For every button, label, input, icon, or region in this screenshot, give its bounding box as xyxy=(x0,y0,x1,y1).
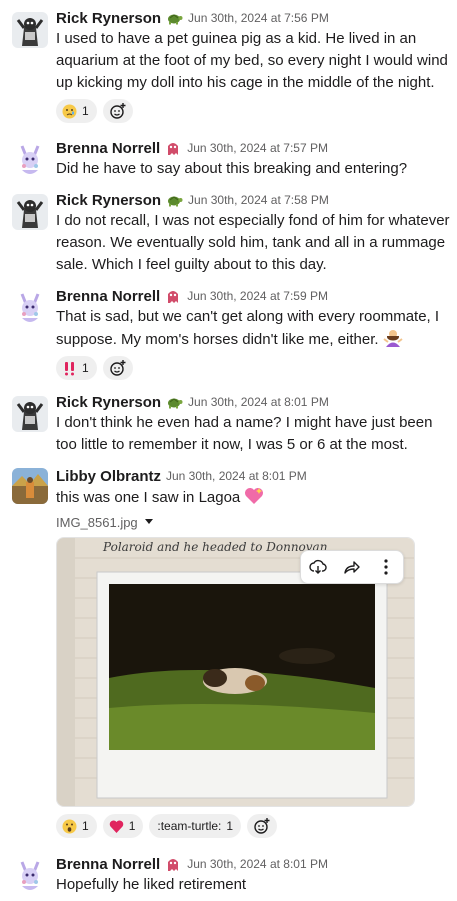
cloud-download-icon xyxy=(309,559,327,574)
add-emoji-icon xyxy=(109,360,126,376)
avatar-brenna[interactable] xyxy=(12,858,48,894)
file-name-toggle[interactable]: IMG_8561.jpg xyxy=(56,513,451,531)
timestamp[interactable]: Jun 30th, 2024 at 8:01 PM xyxy=(188,395,329,409)
message-text: I used to have a pet guinea pig as a kid… xyxy=(56,30,448,91)
author-name[interactable]: Rick Rynerson xyxy=(56,394,161,411)
message-text: Hopefully he liked retirement xyxy=(56,876,247,893)
surprised-face-icon xyxy=(62,819,77,834)
message-text: I do not recall, I was not especially fo… xyxy=(56,212,450,273)
turtle-icon xyxy=(165,10,183,26)
timestamp[interactable]: Jun 30th, 2024 at 7:57 PM xyxy=(187,141,328,155)
share-arrow-icon xyxy=(344,561,360,574)
author-name[interactable]: Brenna Norrell xyxy=(56,140,160,157)
avatar-rick[interactable] xyxy=(12,396,48,432)
reaction-label: :team-turtle: xyxy=(157,819,222,833)
reactions-bar: 1 1 :team-turtle: 1 xyxy=(56,814,451,838)
timestamp[interactable]: Jun 30th, 2024 at 8:01 PM xyxy=(187,857,328,871)
reactions-bar: 1 xyxy=(56,99,451,123)
reaction-crying-face[interactable]: 1 xyxy=(56,99,97,123)
red-heart-icon xyxy=(109,819,124,834)
turtle-icon xyxy=(165,394,183,410)
add-reaction-button[interactable] xyxy=(102,99,133,123)
download-button[interactable] xyxy=(306,555,330,579)
reaction-team-turtle[interactable]: :team-turtle: 1 xyxy=(149,814,242,838)
photo-caption: Polaroid and he headed to Donnovan xyxy=(103,540,328,554)
author-name[interactable]: Brenna Norrell xyxy=(56,288,160,305)
reaction-count: 1 xyxy=(128,819,136,833)
reaction-count: 1 xyxy=(226,819,234,833)
add-reaction-button[interactable] xyxy=(102,356,133,380)
avatar-brenna[interactable] xyxy=(12,142,48,178)
avatar-rick[interactable] xyxy=(12,194,48,230)
author-name[interactable]: Rick Rynerson xyxy=(56,192,161,209)
message-text: Did he have to say about this breaking a… xyxy=(56,160,408,177)
avatar-rick[interactable] xyxy=(12,12,48,48)
ghost-icon xyxy=(164,140,182,156)
reaction-count: 1 xyxy=(82,819,89,833)
author-name[interactable]: Rick Rynerson xyxy=(56,10,161,27)
more-vertical-icon xyxy=(384,559,388,575)
crying-face-icon xyxy=(62,104,77,119)
timestamp[interactable]: Jun 30th, 2024 at 7:56 PM xyxy=(188,11,329,25)
avatar-libby[interactable] xyxy=(12,468,48,504)
message-text: I don't think he even had a name? I migh… xyxy=(56,414,433,453)
caret-down-icon xyxy=(144,519,153,524)
message-text-content: That is sad, but we can't get along with… xyxy=(56,308,440,348)
double-exclamation-icon xyxy=(62,361,77,376)
reaction-surprised-face[interactable]: 1 xyxy=(56,814,97,838)
shrug-emoji-icon xyxy=(383,328,403,348)
avatar-brenna[interactable] xyxy=(12,290,48,326)
ghost-icon xyxy=(164,856,182,872)
message-text-content: this was one I saw in Lagoa xyxy=(56,489,241,506)
file-name: IMG_8561.jpg xyxy=(56,514,138,530)
timestamp[interactable]: Jun 30th, 2024 at 7:58 PM xyxy=(188,193,329,207)
reaction-red-heart[interactable]: 1 xyxy=(102,814,144,838)
add-emoji-icon xyxy=(254,818,270,834)
author-name[interactable]: Libby Olbrantz xyxy=(56,468,161,485)
author-name[interactable]: Brenna Norrell xyxy=(56,856,160,873)
reaction-count: 1 xyxy=(82,104,89,118)
more-actions-button[interactable] xyxy=(374,555,398,579)
reaction-double-exclamation[interactable]: 1 xyxy=(56,356,97,380)
reaction-count: 1 xyxy=(82,361,89,375)
timestamp[interactable]: Jun 30th, 2024 at 7:59 PM xyxy=(187,289,328,303)
ghost-icon xyxy=(164,288,182,304)
add-reaction-button[interactable] xyxy=(247,814,278,838)
add-emoji-icon xyxy=(109,103,126,119)
image-attachment[interactable]: Polaroid and he headed to Donnovan xyxy=(56,537,415,807)
share-button[interactable] xyxy=(340,555,364,579)
reactions-bar: 1 xyxy=(56,356,451,380)
message-text: That is sad, but we can't get along with… xyxy=(56,306,451,351)
sparkling-heart-icon xyxy=(244,486,264,506)
turtle-icon xyxy=(165,192,183,208)
image-toolbar xyxy=(300,550,404,584)
timestamp[interactable]: Jun 30th, 2024 at 8:01 PM xyxy=(166,469,307,483)
message-text: this was one I saw in Lagoa xyxy=(56,486,451,509)
